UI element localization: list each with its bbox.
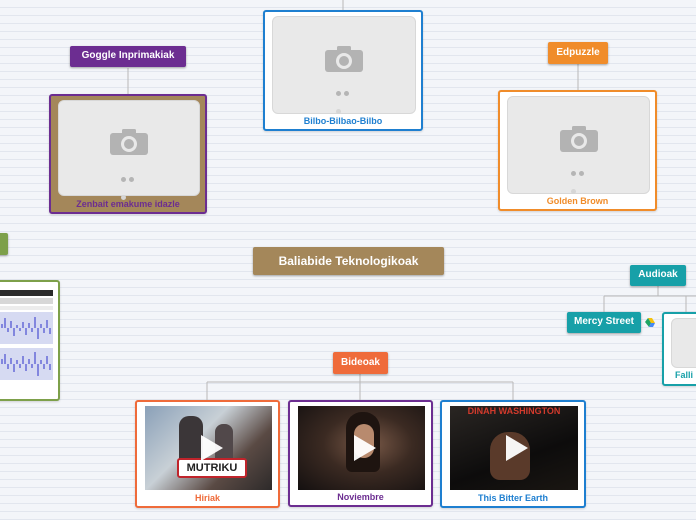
- audio-waveform-card[interactable]: [0, 280, 60, 401]
- camera-icon: [325, 46, 363, 72]
- bideoak-label: Bideoak: [341, 357, 380, 368]
- play-icon[interactable]: [506, 435, 528, 461]
- bideoak-node[interactable]: Bideoak: [333, 352, 388, 374]
- mind-map-canvas: Baliabide Teknologikoak Goggle Inprimaki…: [0, 0, 696, 520]
- carousel-dots: [570, 163, 591, 194]
- edpuzzle-node[interactable]: Edpuzzle: [548, 42, 608, 64]
- cloud-drive-icon: [645, 318, 655, 327]
- video-card-this-bitter-earth[interactable]: DINAH WASHINGTON This Bitter Earth: [440, 400, 586, 508]
- bilbo-card-caption: Bilbo-Bilbao-Bilbo: [303, 116, 383, 126]
- audio-waveform-image: [0, 288, 53, 384]
- play-icon[interactable]: [200, 435, 223, 461]
- image-placeholder: [507, 96, 650, 194]
- central-topic-label: Baliabide Teknologikoak: [278, 254, 419, 268]
- image-placeholder: [58, 100, 200, 200]
- video-thumbnail[interactable]: DINAH WASHINGTON: [450, 406, 578, 490]
- goggle-card-caption: Zenbait emakume idazle: [76, 199, 180, 209]
- video-caption: This Bitter Earth: [477, 493, 548, 503]
- image-placeholder: [272, 16, 416, 114]
- central-topic[interactable]: Baliabide Teknologikoak: [253, 247, 444, 275]
- camera-icon: [559, 126, 598, 152]
- carousel-dots: [336, 83, 356, 114]
- goggle-image-card[interactable]: Zenbait emakume idazle: [49, 94, 207, 214]
- mercy-street-label: Mercy Street: [573, 316, 635, 327]
- goggle-inprimakiak-node[interactable]: Goggle Inprimakiak: [70, 46, 186, 67]
- audioak-node[interactable]: Audioak: [630, 265, 686, 286]
- left-green-node[interactable]: [0, 233, 8, 255]
- edpuzzle-card-caption: Golden Brown: [546, 196, 609, 206]
- falli-image-card[interactable]: Falli: [662, 312, 696, 386]
- video-thumbnail[interactable]: [298, 406, 425, 490]
- goggle-inprimakiak-label: Goggle Inprimakiak: [81, 50, 175, 61]
- camera-icon: [110, 129, 148, 155]
- video-thumbnail[interactable]: MUTRIKU: [145, 406, 272, 490]
- video-card-noviembre[interactable]: Noviembre: [288, 400, 433, 507]
- video-caption: Noviembre: [337, 492, 384, 502]
- bilbo-image-card[interactable]: Bilbo-Bilbao-Bilbo: [263, 10, 423, 131]
- falli-card-caption: Falli: [675, 370, 694, 380]
- edpuzzle-image-card[interactable]: Golden Brown: [498, 90, 657, 211]
- audioak-label: Audioak: [638, 269, 678, 280]
- play-icon[interactable]: [353, 435, 376, 461]
- mutriku-sign: MUTRIKU: [177, 458, 247, 478]
- image-placeholder: [671, 318, 696, 368]
- edpuzzle-label: Edpuzzle: [556, 47, 600, 58]
- album-title: DINAH WASHINGTON: [467, 406, 561, 416]
- video-card-hiriak[interactable]: MUTRIKU Hiriak: [135, 400, 280, 508]
- mercy-street-node[interactable]: Mercy Street: [567, 312, 641, 333]
- carousel-dots: [121, 169, 141, 200]
- video-caption: Hiriak: [194, 493, 220, 503]
